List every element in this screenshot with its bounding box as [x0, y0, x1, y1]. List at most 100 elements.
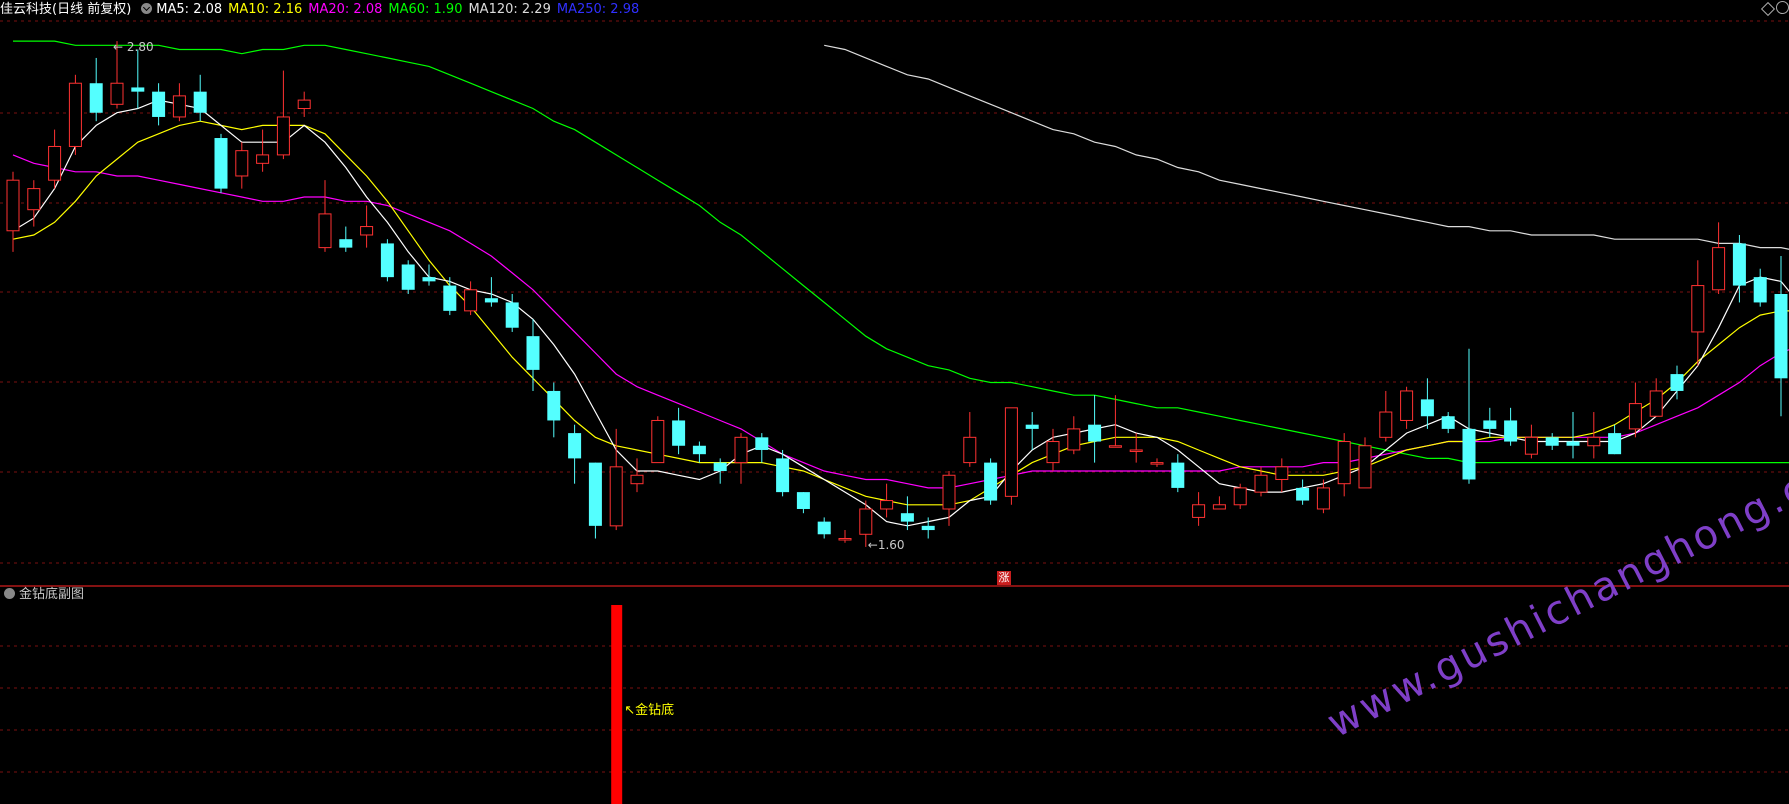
- candle-body: [1296, 487, 1310, 501]
- candle: [963, 412, 977, 467]
- candle-body: [1691, 285, 1705, 333]
- candle-body: [859, 508, 873, 535]
- candle: [360, 205, 374, 248]
- candle-body: [1067, 428, 1081, 451]
- candle-body: [68, 82, 82, 147]
- candle: [1379, 390, 1393, 442]
- candle-body: [755, 437, 769, 450]
- candle-body: [214, 138, 228, 189]
- candle: [1691, 260, 1705, 366]
- ma20-label: MA20: 2.08: [308, 2, 383, 17]
- candle: [880, 483, 894, 518]
- candle-body: [422, 277, 436, 282]
- candle-body: [630, 474, 644, 485]
- ma10-label: MA10: 2.16: [228, 2, 303, 17]
- stock-name[interactable]: 佳云科技: [0, 2, 52, 17]
- candle-body: [1088, 424, 1102, 442]
- candle-body: [27, 188, 41, 211]
- candle-body: [152, 91, 166, 117]
- chevron-down-icon[interactable]: [141, 3, 153, 14]
- candle-body: [921, 525, 935, 531]
- candle: [755, 433, 769, 463]
- candle-body: [984, 462, 998, 501]
- candle-body: [1504, 420, 1518, 442]
- candle-body: [568, 433, 582, 459]
- candle: [1608, 424, 1622, 455]
- candle: [6, 171, 20, 252]
- candle: [796, 492, 810, 514]
- candle-body: [1233, 487, 1247, 506]
- candle-body: [547, 390, 561, 421]
- candle-body: [89, 83, 103, 113]
- candle-body: [1441, 416, 1455, 429]
- candle: [1150, 458, 1164, 467]
- circle-icon[interactable]: [1776, 1, 1789, 14]
- candle-body: [1337, 441, 1351, 485]
- candle-body: [1712, 247, 1726, 291]
- candle-body: [526, 336, 540, 370]
- candle: [568, 424, 582, 484]
- ma250-label: MA250: 2.98: [556, 2, 640, 17]
- ma120-label: MA120: 2.29: [468, 2, 551, 17]
- candle: [734, 433, 748, 484]
- candle-body: [1545, 437, 1559, 446]
- candle-body: [318, 213, 332, 249]
- candle: [1067, 416, 1081, 455]
- candle-body: [256, 154, 270, 164]
- candle: [651, 416, 665, 464]
- ma120-line: [824, 44, 1789, 250]
- candle: [672, 407, 686, 455]
- candle: [1192, 492, 1206, 526]
- candle-body: [609, 466, 623, 527]
- candle: [630, 458, 644, 493]
- candle: [1566, 412, 1580, 459]
- candle-body: [360, 226, 374, 236]
- candle-body: [1379, 411, 1393, 438]
- candle-body: [401, 264, 415, 290]
- sub-title: 金钻底副图: [19, 587, 85, 602]
- candle-body: [297, 99, 311, 110]
- candle: [1649, 378, 1663, 417]
- chevron-down-icon[interactable]: [4, 588, 15, 599]
- candle-body: [817, 521, 831, 535]
- candle: [1400, 386, 1414, 429]
- candle-body: [1566, 441, 1580, 446]
- candle-body: [484, 298, 498, 303]
- candle: [256, 129, 270, 172]
- candle-body: [734, 436, 748, 464]
- zhang-badge: 涨: [997, 571, 1011, 585]
- candle: [817, 517, 831, 539]
- candle-body: [1587, 436, 1601, 447]
- candle-body: [1025, 424, 1039, 429]
- candle-body: [672, 420, 686, 446]
- candle-body: [443, 285, 457, 311]
- candle: [1441, 412, 1455, 434]
- candle-body: [1254, 474, 1268, 493]
- candle: [484, 277, 498, 307]
- main-header: 佳云科技(日线 前复权) MA5: 2.08 MA10: 2.16 MA20: 2.0…: [0, 1, 645, 19]
- candle-body: [193, 91, 207, 113]
- candle: [1670, 365, 1684, 400]
- candle: [318, 180, 332, 252]
- candle: [1628, 382, 1642, 438]
- candle: [1046, 428, 1060, 472]
- candle: [339, 226, 353, 252]
- candle: [1275, 458, 1289, 493]
- candle-body: [1524, 436, 1538, 455]
- period-label: (日线 前复权): [52, 2, 132, 17]
- candle-body: [1649, 390, 1663, 417]
- candle: [380, 239, 394, 282]
- candle-body: [1275, 466, 1289, 480]
- candle-body: [1316, 487, 1330, 510]
- ma60-label: MA60: 1.90: [388, 2, 463, 17]
- ma5-line: [12, 99, 1789, 527]
- ma20-line: [12, 154, 1789, 489]
- kline-chart[interactable]: ↖金钻底 ← 2.80 ←1.60: [0, 0, 1789, 804]
- candle-body: [1608, 433, 1622, 455]
- candle: [214, 133, 228, 193]
- candle: [276, 70, 290, 160]
- candle: [547, 382, 561, 438]
- candle-body: [1150, 462, 1164, 465]
- sub-header: 金钻底副图: [0, 586, 84, 604]
- candle-body: [1129, 449, 1143, 452]
